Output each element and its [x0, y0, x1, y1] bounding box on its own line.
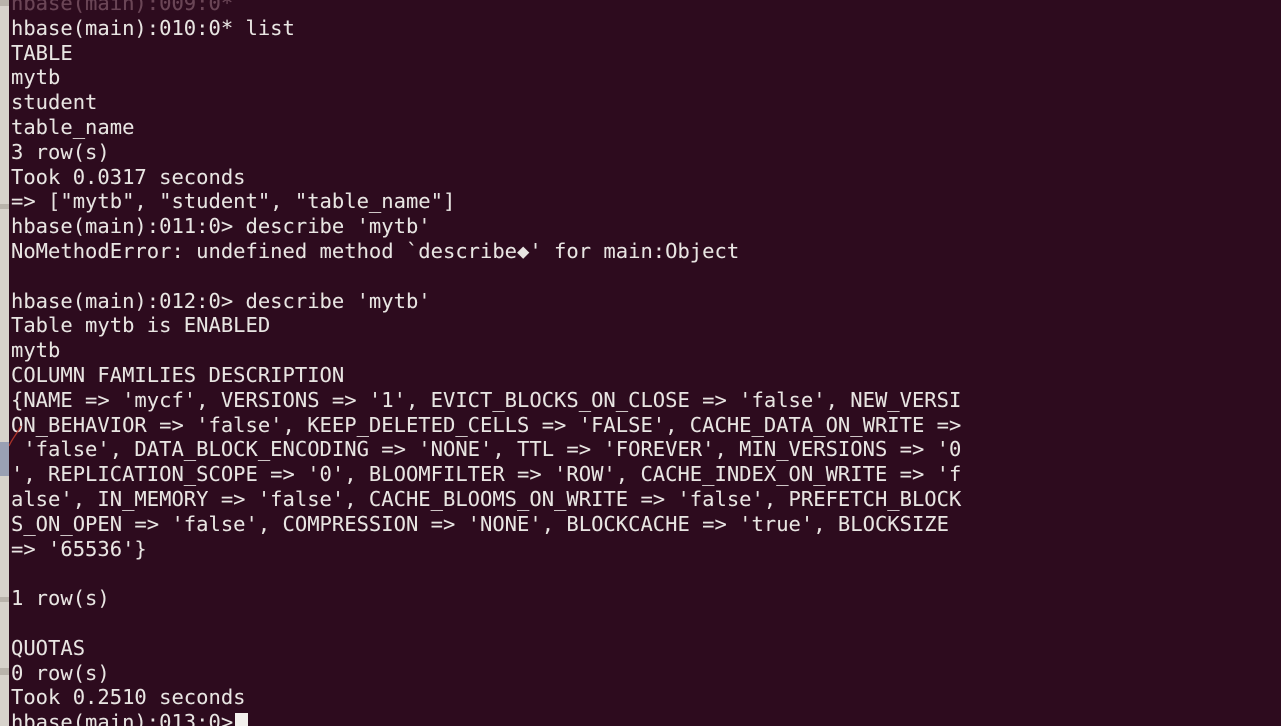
terminal-line: ', REPLICATION_SCOPE => '0', BLOOMFILTER… — [11, 462, 962, 487]
scrollbar-mark — [0, 204, 9, 209]
terminal-line-current-prompt[interactable]: hbase(main):013:0> — [0, 710, 1281, 726]
terminal-line: QUOTAS — [11, 635, 86, 660]
terminal-line: 1 row(s) — [11, 586, 110, 611]
scrollbar-thumb[interactable] — [0, 442, 9, 476]
terminal-line: Took 0.0317 seconds — [11, 164, 246, 189]
terminal-line-prompt: hbase(main):012:0> describe 'mytb' — [11, 288, 431, 313]
scrollbar-mark — [0, 668, 9, 675]
terminal-line: TABLE — [11, 40, 73, 65]
terminal-line: => ["mytb", "student", "table_name"] — [11, 189, 456, 214]
terminal-line: Table mytb is ENABLED — [11, 313, 271, 338]
terminal-line-prompt: hbase(main):010:0* list — [11, 15, 295, 40]
text-cursor — [235, 713, 249, 726]
terminal-line: mytb — [11, 338, 61, 363]
terminal-output: hbase(main):009:0* hbase(main):010:0* li… — [0, 0, 1281, 726]
scrollbar-mark — [0, 597, 9, 602]
terminal-line: => '65536'} — [11, 536, 147, 561]
terminal-line-prompt: hbase(main):011:0> describe 'mytb' — [11, 214, 431, 239]
terminal-line: ON_BEHAVIOR => 'false', KEEP_DELETED_CEL… — [11, 412, 962, 437]
render-artifact-icon — [8, 425, 22, 447]
scrollbar-mark — [0, 0, 9, 6]
terminal-line: 'false', DATA_BLOCK_ENCODING => 'NONE', … — [11, 437, 962, 462]
terminal-line: alse', IN_MEMORY => 'false', CACHE_BLOOM… — [11, 486, 962, 511]
prompt-text: hbase(main):013:0> — [11, 710, 234, 726]
terminal-line: 0 row(s) — [11, 660, 110, 685]
terminal-line: table_name — [11, 114, 135, 139]
terminal-window[interactable]: hbase(main):009:0* hbase(main):010:0* li… — [0, 0, 1281, 726]
terminal-line: student — [11, 90, 98, 115]
terminal-line: hbase(main):009:0* — [11, 0, 234, 15]
terminal-line-error: NoMethodError: undefined method `describ… — [11, 238, 740, 263]
terminal-line: COLUMN FAMILIES DESCRIPTION — [11, 362, 345, 387]
terminal-line: {NAME => 'mycf', VERSIONS => '1', EVICT_… — [11, 387, 962, 412]
terminal-line: mytb — [11, 65, 61, 90]
vertical-scrollbar[interactable] — [0, 0, 9, 726]
terminal-line: 3 row(s) — [11, 139, 110, 164]
terminal-line: Took 0.2510 seconds — [11, 685, 246, 710]
terminal-line: S_ON_OPEN => 'false', COMPRESSION => 'NO… — [11, 511, 949, 536]
